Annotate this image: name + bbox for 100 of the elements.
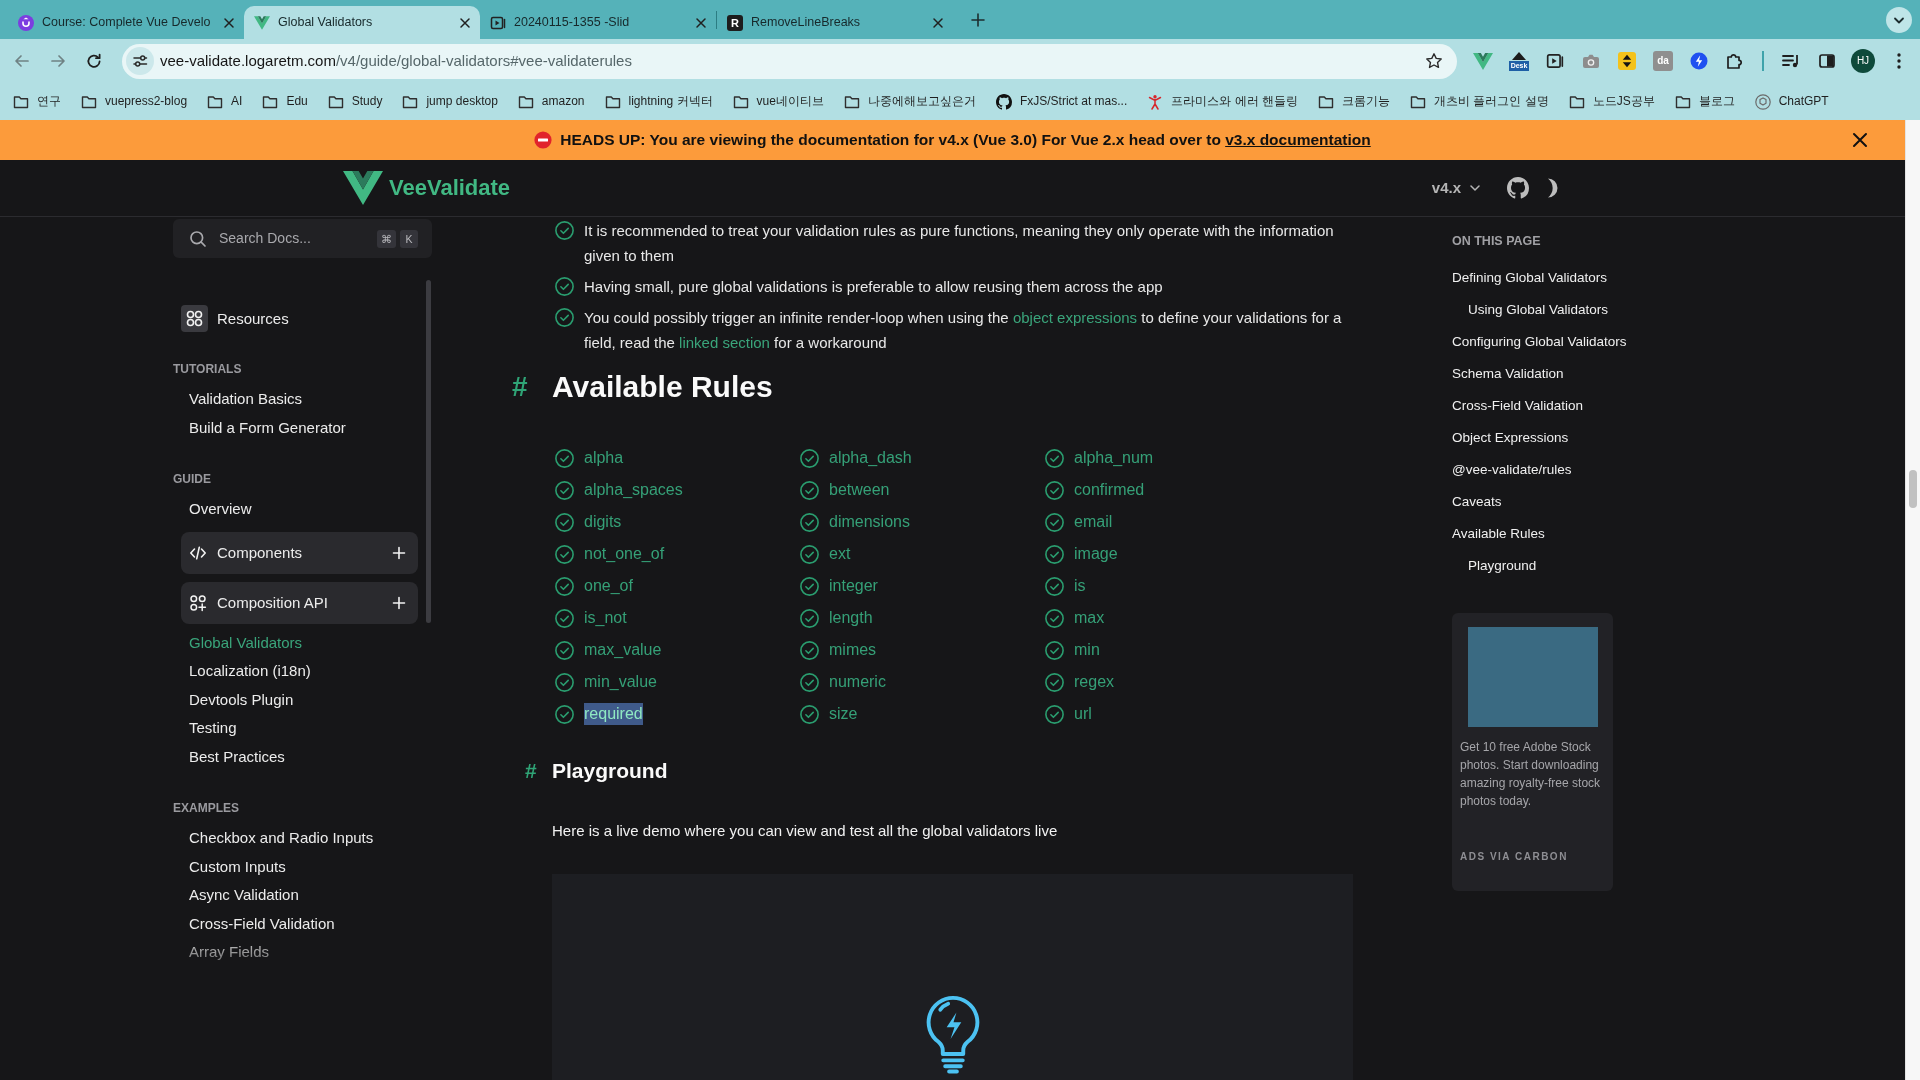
tune-icon[interactable]	[126, 47, 154, 75]
sidebar-link[interactable]: Validation Basics	[181, 385, 311, 414]
github-icon[interactable]	[1507, 177, 1529, 199]
bookmark-link[interactable]: 노드JS공부	[1592, 93, 1655, 110]
bookmark-link[interactable]: FxJS/Strict at mas...	[1019, 93, 1128, 110]
browser-tab[interactable]: Course: Complete Vue Develo	[8, 6, 244, 39]
toc-link[interactable]: Available Rules	[1452, 518, 1545, 550]
toc-link[interactable]: @vee-validate/rules	[1452, 454, 1572, 486]
bookmark-link[interactable]: 나중에해보고싶은거	[867, 93, 976, 110]
rule-link[interactable]: alpha	[584, 447, 624, 469]
rule-link[interactable]: between	[829, 479, 890, 501]
close-icon[interactable]	[1851, 131, 1869, 149]
rule-link[interactable]: url	[1074, 703, 1092, 725]
sidebar-link[interactable]: Devtools Plugin	[181, 685, 302, 714]
bookmark-link[interactable]: ChatGPT	[1778, 93, 1829, 110]
v-logo-icon[interactable]	[1473, 52, 1493, 70]
puzzle-icon[interactable]	[1725, 51, 1745, 71]
close-icon[interactable]	[222, 15, 236, 30]
rule-link[interactable]: ext	[829, 543, 851, 565]
toc-link[interactable]: Defining Global Validators	[1452, 262, 1608, 294]
version-dropdown[interactable]: v4.x	[1431, 178, 1480, 198]
toc-link[interactable]: Schema Validation	[1452, 358, 1564, 390]
plus-icon[interactable]	[970, 11, 986, 28]
bolt-icon[interactable]	[1690, 52, 1708, 70]
sidebar-link[interactable]: Array Fields	[181, 938, 278, 967]
inline-link[interactable]: linked section	[679, 334, 770, 351]
bookmark-link[interactable]: lightning 커넥터	[628, 93, 713, 110]
rule-link[interactable]: mimes	[829, 639, 877, 661]
camera-icon[interactable]	[1581, 52, 1601, 70]
banner-link[interactable]: v3.x documentation	[1225, 130, 1371, 148]
sidebar-link[interactable]: Global Validators	[181, 628, 311, 657]
rule-link[interactable]: digits	[584, 511, 622, 533]
play-box-icon[interactable]	[1546, 52, 1564, 70]
search-button[interactable]: Search Docs... ⌘ K	[173, 219, 432, 258]
sidebar-link[interactable]: Testing	[181, 714, 245, 743]
close-icon[interactable]	[458, 15, 472, 30]
arrows-tile-icon[interactable]	[1618, 52, 1636, 70]
playlist-icon[interactable]	[1781, 52, 1801, 70]
rule-link[interactable]: max_value	[584, 639, 662, 661]
sidebar-link[interactable]: Custom Inputs	[181, 852, 294, 881]
scrollbar-thumb[interactable]	[1909, 470, 1917, 508]
sidebar-link[interactable]: Async Validation	[181, 881, 307, 910]
bookmark-link[interactable]: vuepress2-blog	[105, 93, 188, 110]
reload-icon[interactable]	[85, 52, 103, 70]
bookmark-link[interactable]: jump desktop	[426, 93, 498, 110]
sidebar-group[interactable]: Composition API	[181, 581, 418, 624]
rule-link[interactable]: numeric	[829, 671, 886, 693]
toc-link[interactable]: Using Global Validators	[1468, 294, 1609, 326]
rule-link[interactable]: size	[829, 703, 858, 725]
sidebar-link[interactable]: Localization (i18n)	[181, 657, 319, 686]
inline-link[interactable]: object expressions	[1012, 309, 1138, 326]
rule-link[interactable]: regex	[1074, 671, 1115, 693]
browser-tab[interactable]: R RemoveLineBreaks	[717, 6, 953, 39]
moon-icon[interactable]	[1546, 177, 1560, 199]
rule-link[interactable]: alpha_dash	[829, 447, 912, 469]
rule-link[interactable]: length	[829, 607, 873, 629]
brand-link[interactable]: VeeValidate	[343, 171, 511, 205]
rule-link[interactable]: not_one_of	[584, 543, 665, 565]
bookmark-link[interactable]: Study	[351, 93, 383, 110]
close-icon[interactable]	[694, 15, 708, 30]
rule-link[interactable]: alpha_num	[1074, 447, 1154, 469]
resources-link[interactable]: Resources	[181, 305, 289, 332]
ads-link[interactable]: ADS VIA CARBON	[1460, 850, 1568, 863]
more-icon[interactable]	[1896, 52, 1902, 70]
sidebar-group[interactable]: Components	[181, 531, 418, 574]
bookmark-link[interactable]: 연구	[37, 93, 61, 110]
sidebar-link[interactable]: Checkbox and Radio Inputs	[181, 824, 382, 853]
toc-link[interactable]: Object Expressions	[1452, 422, 1569, 454]
bookmark-link[interactable]: 블로그	[1698, 93, 1735, 110]
rule-link[interactable]: email	[1074, 511, 1113, 533]
rule-link[interactable]: confirmed	[1074, 479, 1145, 501]
sidebar-link[interactable]: Best Practices	[181, 742, 293, 771]
profile-avatar[interactable]: HJ	[1851, 49, 1875, 73]
bookmark-link[interactable]: vue네이티브	[756, 93, 824, 110]
sidebar-link[interactable]: Overview	[181, 495, 260, 524]
scrollbar-thumb[interactable]	[426, 280, 431, 623]
toc-link[interactable]: Caveats	[1452, 486, 1502, 518]
browser-tab[interactable]: 20240115-1355 -Slid	[480, 6, 716, 39]
forward-arrow-icon[interactable]	[49, 52, 67, 70]
address-bar[interactable]: vee-validate.logaretm.com/v4/guide/global-validators#vee-validaterules	[122, 43, 1457, 79]
sidebar-link[interactable]: Cross-Field Validation	[181, 909, 343, 938]
rule-link[interactable]: max	[1074, 607, 1105, 629]
bookmark-link[interactable]: Edu	[286, 93, 308, 110]
star-icon[interactable]	[1425, 52, 1443, 70]
toc-link[interactable]: Cross-Field Validation	[1452, 390, 1584, 422]
rule-link[interactable]: alpha_spaces	[584, 479, 683, 501]
rule-link[interactable]: integer	[829, 575, 878, 597]
anchor-link[interactable]: #	[512, 368, 552, 406]
bookmark-link[interactable]: AI	[231, 93, 243, 110]
rule-link[interactable]: dimensions	[829, 511, 910, 533]
toc-link[interactable]: Playground	[1468, 550, 1537, 582]
bookmark-link[interactable]: amazon	[541, 93, 585, 110]
rule-link[interactable]: min_value	[584, 671, 657, 693]
browser-tab[interactable]: Global Validators	[244, 6, 480, 39]
bookmark-link[interactable]: 개츠비 플러그인 설명	[1433, 93, 1549, 110]
sidebar-link[interactable]: Build a Form Generator	[181, 413, 354, 442]
close-icon[interactable]	[931, 15, 945, 30]
anchor-link[interactable]: #	[525, 757, 552, 785]
rule-link[interactable]: is	[1074, 575, 1086, 597]
rule-link[interactable]: one_of	[584, 575, 633, 597]
